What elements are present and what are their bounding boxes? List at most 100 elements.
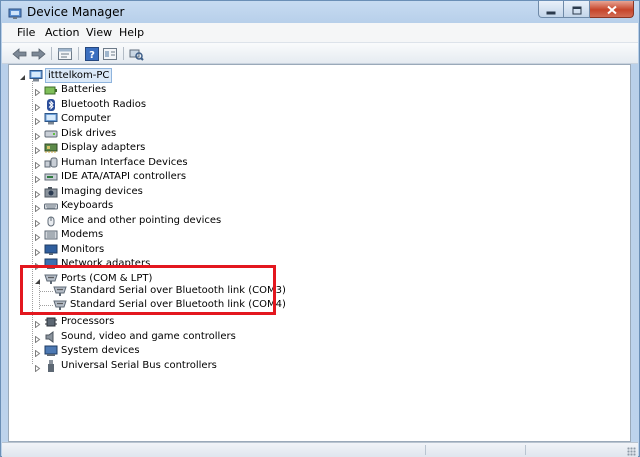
tree-category-label: Disk drives bbox=[61, 128, 117, 139]
tree-category-label: Bluetooth Radios bbox=[61, 99, 147, 110]
tree-category-label: Processors bbox=[61, 316, 115, 327]
tree-category-label: Human Interface Devices bbox=[61, 157, 188, 168]
toolbar-separator bbox=[123, 47, 124, 60]
tree-category-label: Computer bbox=[61, 113, 111, 124]
tree-category-8[interactable]: Keyboards bbox=[30, 199, 290, 213]
hid-icon bbox=[44, 157, 58, 169]
computer-icon bbox=[44, 113, 58, 125]
battery-icon bbox=[44, 84, 58, 96]
expand-arrow-icon[interactable] bbox=[34, 348, 41, 358]
disk-drive-icon bbox=[44, 128, 58, 140]
forward-arrow-icon[interactable] bbox=[30, 46, 46, 60]
usb-icon bbox=[44, 360, 58, 372]
toolbar: ? bbox=[2, 43, 638, 64]
tree-category-2[interactable]: Computer bbox=[30, 112, 290, 126]
toolbar-separator bbox=[78, 47, 79, 60]
view-icon[interactable] bbox=[102, 46, 118, 60]
expand-arrow-icon[interactable] bbox=[34, 174, 41, 184]
tree-category-3[interactable]: Disk drives bbox=[30, 127, 290, 141]
expand-arrow-icon[interactable] bbox=[34, 102, 41, 112]
speaker-icon bbox=[44, 331, 58, 343]
tree-category-0[interactable]: Batteries bbox=[30, 83, 290, 97]
camera-icon bbox=[44, 186, 58, 198]
tree-category-7[interactable]: Imaging devices bbox=[30, 185, 290, 199]
tree-category-14[interactable]: Processors bbox=[30, 315, 290, 329]
tree-category-6[interactable]: IDE ATA/ATAPI controllers bbox=[30, 170, 290, 184]
window-title: Device Manager bbox=[27, 5, 125, 19]
minimize-icon bbox=[546, 0, 556, 19]
menu-file[interactable]: File bbox=[17, 26, 35, 39]
menu-action[interactable]: Action bbox=[45, 26, 79, 39]
device-tree[interactable]: itttelkom-PC Batteries Bluetooth Radios Co… bbox=[8, 64, 631, 442]
tree-category-label: Display adapters bbox=[61, 142, 146, 153]
expand-arrow-icon[interactable] bbox=[34, 334, 41, 344]
back-arrow-icon[interactable] bbox=[12, 46, 28, 60]
minimize-button[interactable] bbox=[538, 1, 564, 18]
monitor-icon bbox=[44, 244, 58, 256]
tree-category-label: IDE ATA/ATAPI controllers bbox=[61, 171, 187, 182]
properties-icon[interactable] bbox=[57, 46, 73, 60]
menu-view[interactable]: View bbox=[86, 26, 112, 39]
tree-category-17[interactable]: Universal Serial Bus controllers bbox=[30, 359, 290, 373]
close-button[interactable] bbox=[590, 1, 634, 18]
collapse-arrow-icon[interactable] bbox=[19, 72, 26, 80]
display-adapter-icon bbox=[44, 142, 58, 154]
bluetooth-icon bbox=[44, 99, 58, 111]
maximize-icon bbox=[572, 0, 581, 19]
tree-category-label: Batteries bbox=[61, 84, 107, 95]
tree-category-label: Keyboards bbox=[61, 200, 114, 211]
status-cell bbox=[425, 445, 426, 455]
tree-category-label: Universal Serial Bus controllers bbox=[61, 360, 217, 371]
expand-arrow-icon[interactable] bbox=[34, 189, 41, 199]
expand-arrow-icon[interactable] bbox=[34, 160, 41, 170]
close-icon bbox=[606, 0, 617, 19]
tree-category-16[interactable]: System devices bbox=[30, 344, 290, 358]
expand-arrow-icon[interactable] bbox=[34, 116, 41, 126]
tree-category-label: Modems bbox=[61, 229, 104, 240]
mouse-icon bbox=[44, 215, 58, 227]
tree-category-9[interactable]: Mice and other pointing devices bbox=[30, 214, 290, 228]
svg-text:?: ? bbox=[89, 50, 95, 61]
ide-controller-icon bbox=[44, 171, 58, 183]
device-manager-icon bbox=[8, 5, 22, 19]
tree-category-label: Imaging devices bbox=[61, 186, 143, 197]
expand-arrow-icon[interactable] bbox=[34, 247, 41, 257]
status-bar bbox=[2, 442, 638, 457]
status-cell bbox=[525, 445, 526, 455]
expand-arrow-icon[interactable] bbox=[34, 232, 41, 242]
tree-category-4[interactable]: Display adapters bbox=[30, 141, 290, 155]
expand-arrow-icon[interactable] bbox=[34, 145, 41, 155]
tree-root-label: itttelkom-PC bbox=[45, 68, 113, 83]
maximize-button[interactable] bbox=[564, 1, 590, 18]
toolbar-separator bbox=[51, 47, 52, 60]
computer-icon bbox=[29, 70, 43, 82]
expand-arrow-icon[interactable] bbox=[34, 218, 41, 228]
tree-category-label: System devices bbox=[61, 345, 140, 356]
expand-arrow-icon[interactable] bbox=[34, 203, 41, 213]
tree-category-15[interactable]: Sound, video and game controllers bbox=[30, 330, 290, 344]
title-bar[interactable]: Device Manager bbox=[1, 1, 639, 23]
tree-category-label: Mice and other pointing devices bbox=[61, 215, 222, 226]
expand-arrow-icon[interactable] bbox=[34, 131, 41, 141]
tree-category-5[interactable]: Human Interface Devices bbox=[30, 156, 290, 170]
help-icon[interactable]: ? bbox=[84, 46, 100, 61]
expand-arrow-icon[interactable] bbox=[34, 87, 41, 97]
expand-arrow-icon[interactable] bbox=[34, 363, 41, 373]
tree-category-10[interactable]: Modems bbox=[30, 228, 290, 242]
tree-category-11[interactable]: Monitors bbox=[30, 243, 290, 257]
tree-category-1[interactable]: Bluetooth Radios bbox=[30, 98, 290, 112]
keyboard-icon bbox=[44, 200, 58, 212]
menu-bar: File Action View Help bbox=[2, 23, 638, 43]
resize-grip-icon[interactable] bbox=[627, 447, 636, 456]
tree-root[interactable]: itttelkom-PC bbox=[16, 68, 316, 83]
system-device-icon bbox=[44, 345, 58, 357]
menu-help[interactable]: Help bbox=[119, 26, 144, 39]
highlight-annotation bbox=[20, 265, 276, 315]
tree-category-label: Sound, video and game controllers bbox=[61, 331, 236, 342]
expand-arrow-icon[interactable] bbox=[34, 319, 41, 329]
caption-buttons bbox=[538, 1, 634, 19]
processor-icon bbox=[44, 316, 58, 328]
scan-hardware-icon[interactable] bbox=[128, 46, 144, 61]
device-manager-window: Device Manager File Action View Help ? i… bbox=[0, 0, 640, 457]
tree-category-label: Monitors bbox=[61, 244, 105, 255]
